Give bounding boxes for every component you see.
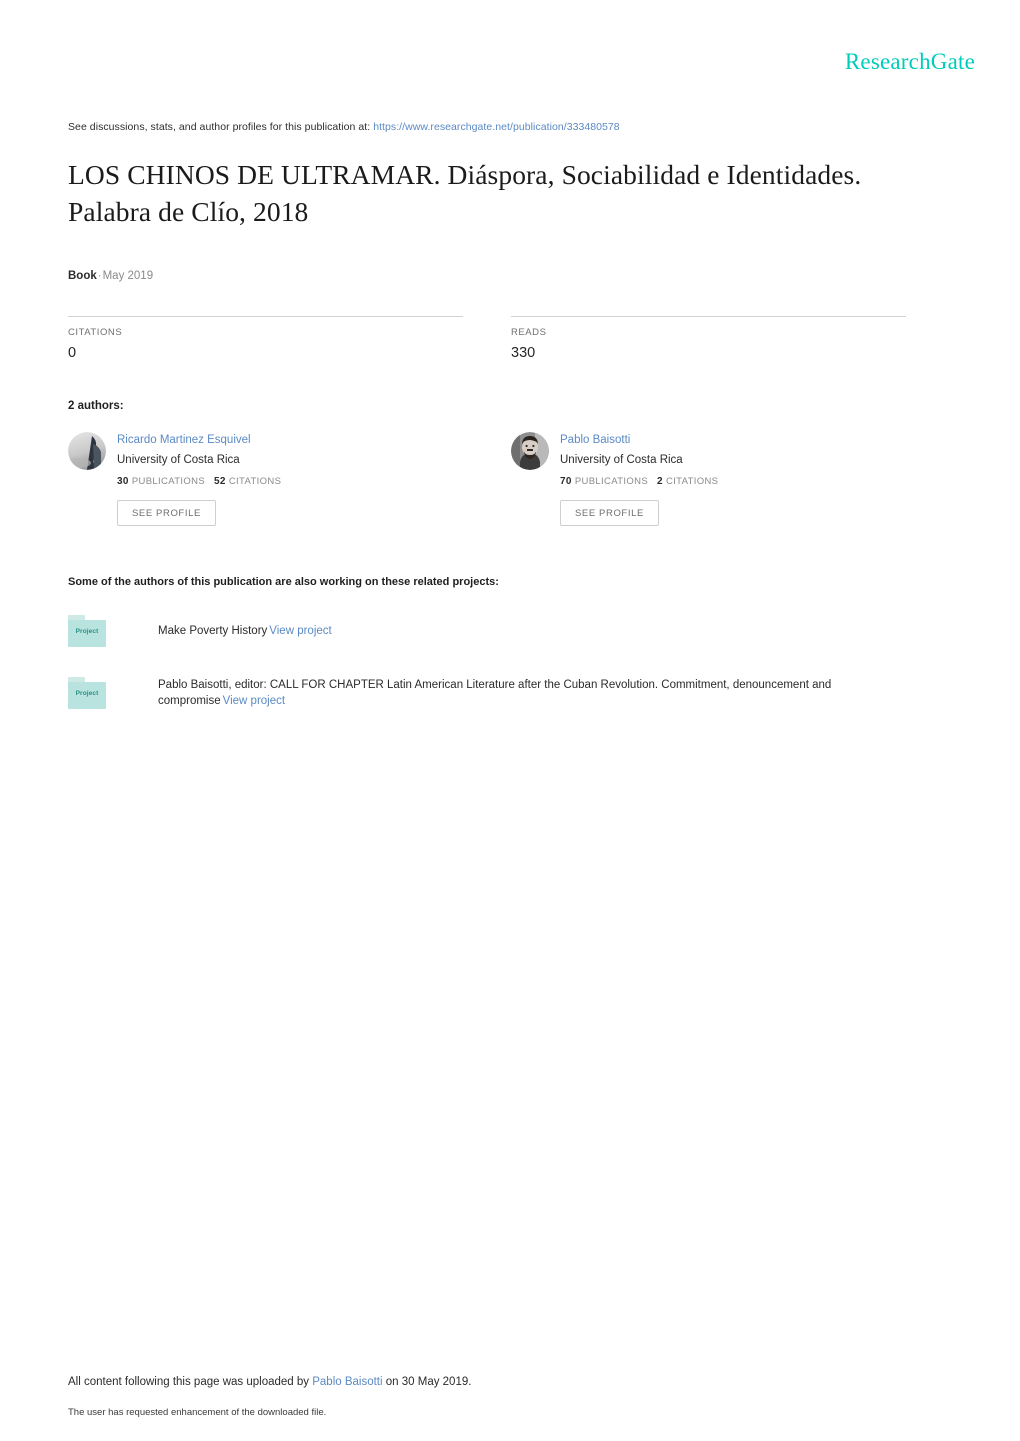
project-description: Pablo Baisotti, editor: CALL FOR CHAPTER…: [158, 677, 908, 709]
folder-icon-label: Project: [75, 690, 99, 697]
project-title: Make Poverty History: [158, 625, 268, 637]
discussion-prefix: See discussions, stats, and author profi…: [68, 121, 371, 133]
author-name-link[interactable]: Pablo Baisotti: [560, 433, 718, 448]
project-row: Project Pablo Baisotti, editor: CALL FOR…: [68, 676, 908, 710]
publications-label: PUBLICATIONS: [574, 476, 649, 487]
footer: All content following this page was uplo…: [68, 1374, 928, 1419]
publication-type: Book: [68, 270, 97, 282]
discussion-line: See discussions, stats, and author profi…: [68, 120, 908, 134]
stat-label: READS: [511, 327, 547, 338]
upload-info: All content following this page was uplo…: [68, 1374, 928, 1390]
authors-list: Ricardo Martinez Esquivel University of …: [68, 432, 908, 526]
citations-count: 2: [657, 476, 663, 487]
projects-heading: Some of the authors of this publication …: [68, 576, 499, 588]
enhancement-note: The user has requested enhancement of th…: [68, 1407, 327, 1418]
view-project-link[interactable]: View project: [223, 695, 285, 707]
stat-citations: CITATIONS 0: [68, 316, 463, 362]
divider: [68, 316, 463, 317]
upload-prefix: All content following this page was uplo…: [68, 1376, 310, 1388]
project-folder-icon: Project: [68, 677, 106, 709]
author-card: Ricardo Martinez Esquivel University of …: [68, 432, 463, 526]
stat-value: 0: [68, 345, 77, 361]
page-title: LOS CHINOS DE ULTRAMAR. Diáspora, Sociab…: [68, 159, 862, 227]
researchgate-cover-page: ResearchGate See discussions, stats, and…: [0, 0, 1020, 1441]
avatar: [511, 432, 549, 470]
authors-heading: 2 authors:: [68, 400, 124, 412]
project-description: Make Poverty History View project: [158, 623, 332, 639]
folder-icon-label: Project: [75, 628, 99, 635]
citations-count: 52: [214, 476, 226, 487]
author-affiliation: University of Costa Rica: [560, 454, 683, 466]
stat-reads: READS 330: [511, 316, 906, 362]
publications-count: 30: [117, 476, 129, 487]
view-project-link[interactable]: View project: [269, 625, 331, 637]
publications-label: PUBLICATIONS: [131, 476, 206, 487]
project-row: Project Make Poverty History View project: [68, 614, 908, 648]
stats-row: CITATIONS 0 READS 330: [68, 316, 908, 362]
divider: [511, 316, 906, 317]
citations-label: CITATIONS: [228, 476, 282, 487]
author-card: Pablo Baisotti University of Costa Rica …: [511, 432, 906, 526]
upload-suffix: on 30 May 2019.: [385, 1376, 472, 1388]
publication-meta: Book·May 2019: [68, 269, 908, 284]
author-info: Ricardo Martinez Esquivel University of …: [117, 432, 281, 526]
publication-date: May 2019: [102, 270, 154, 282]
publication-url-link[interactable]: https://www.researchgate.net/publication…: [373, 121, 620, 133]
stat-label: CITATIONS: [68, 327, 123, 338]
main-content: See discussions, stats, and author profi…: [68, 120, 908, 710]
author-stats: 70 PUBLICATIONS 2 CITATIONS: [560, 476, 718, 488]
project-folder-icon: Project: [68, 615, 106, 647]
avatar: [68, 432, 106, 470]
uploader-link[interactable]: Pablo Baisotti: [312, 1376, 382, 1388]
publications-count: 70: [560, 476, 572, 487]
citations-label: CITATIONS: [665, 476, 719, 487]
author-name-link[interactable]: Ricardo Martinez Esquivel: [117, 433, 281, 448]
stat-value: 330: [511, 345, 536, 361]
author-info: Pablo Baisotti University of Costa Rica …: [560, 432, 718, 526]
see-profile-button[interactable]: SEE PROFILE: [560, 500, 659, 526]
author-affiliation: University of Costa Rica: [117, 454, 240, 466]
see-profile-button[interactable]: SEE PROFILE: [117, 500, 216, 526]
author-stats: 30 PUBLICATIONS 52 CITATIONS: [117, 476, 281, 488]
researchgate-logo: ResearchGate: [844, 49, 975, 74]
